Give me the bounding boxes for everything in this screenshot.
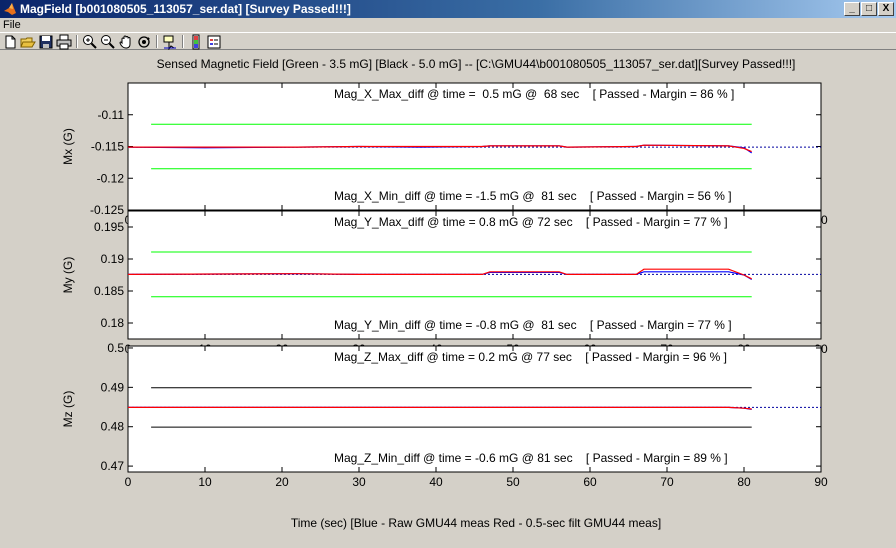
menu-file[interactable]: File xyxy=(3,19,21,31)
axes-2: 01020304050607080900.180.1850.190.195My … xyxy=(61,210,828,356)
x-tick-label: 90 xyxy=(814,475,828,489)
y-tick-label: 0.185 xyxy=(94,284,124,298)
y-tick-label: 0.49 xyxy=(101,380,125,394)
max-diff-annotation: Mag_Z_Max_diff @ time = 0.2 mG @ 77 sec … xyxy=(334,350,727,364)
x-tick-label: 50 xyxy=(506,475,520,489)
x-tick-label: 80 xyxy=(737,475,751,489)
window-title: MagField [b001080505_113057_ser.dat] [Su… xyxy=(20,2,351,16)
rotate-3d-icon[interactable] xyxy=(136,34,152,50)
figure-xlabel: Time (sec) [Blue - Raw GMU44 meas Red - … xyxy=(291,516,661,530)
toolbar-separator xyxy=(182,35,184,48)
y-tick-label: -0.115 xyxy=(91,140,124,154)
x-tick-label: 20 xyxy=(275,475,289,489)
y-axis-label: Mz (G) xyxy=(61,391,75,428)
min-diff-annotation: Mag_Y_Min_diff @ time = -0.8 mG @ 81 sec… xyxy=(334,318,732,332)
zoom-in-icon[interactable] xyxy=(82,34,98,50)
axes-1: 0102030405060708090-0.125-0.12-0.115-0.1… xyxy=(61,82,828,227)
zoom-out-icon[interactable] xyxy=(100,34,116,50)
toolbar xyxy=(0,32,896,50)
open-folder-icon[interactable] xyxy=(20,34,36,50)
y-tick-label: 0.195 xyxy=(94,220,124,234)
x-tick-label: 60 xyxy=(583,475,597,489)
y-tick-label: -0.12 xyxy=(97,171,125,185)
data-cursor-icon[interactable] xyxy=(162,34,178,50)
y-tick-label: 0.5 xyxy=(107,341,124,355)
insert-legend-icon[interactable] xyxy=(206,34,222,50)
min-diff-annotation: Mag_Z_Min_diff @ time = -0.6 mG @ 81 sec… xyxy=(334,451,728,465)
min-diff-annotation: Mag_X_Min_diff @ time = -1.5 mG @ 81 sec… xyxy=(334,189,732,203)
figure-canvas: Sensed Magnetic Field [Green - 3.5 mG] [… xyxy=(61,57,828,530)
max-diff-annotation: Mag_X_Max_diff @ time = 0.5 mG @ 68 sec … xyxy=(334,87,734,101)
close-button[interactable]: X xyxy=(878,2,894,16)
y-axis-label: Mx (G) xyxy=(61,128,75,165)
x-tick-label: 0 xyxy=(125,475,132,489)
x-tick-label: 30 xyxy=(352,475,366,489)
y-axis-label: My (G) xyxy=(61,257,75,294)
toolbar-separator xyxy=(156,35,158,48)
toolbar-separator xyxy=(76,35,78,48)
figure-title: Sensed Magnetic Field [Green - 3.5 mG] [… xyxy=(157,57,796,71)
save-icon[interactable] xyxy=(38,34,54,50)
y-tick-label: 0.18 xyxy=(101,316,125,330)
menu-bar: File xyxy=(0,18,896,32)
y-tick-label: -0.11 xyxy=(98,108,125,122)
y-tick-label: 0.47 xyxy=(101,459,125,473)
x-tick-label: 10 xyxy=(198,475,212,489)
minimize-button[interactable]: _ xyxy=(844,2,860,16)
y-tick-label: 0.48 xyxy=(101,420,125,434)
pan-hand-icon[interactable] xyxy=(118,34,134,50)
title-bar: MagField [b001080505_113057_ser.dat] [Su… xyxy=(0,0,896,18)
print-icon[interactable] xyxy=(56,34,72,50)
y-tick-label: -0.125 xyxy=(90,203,124,217)
axes-3: 0 10 20 30 40 50 60 70 80 90 0.47 0.48 0.49 0.5 Mz (G)… xyxy=(61,341,828,489)
matlab-logo-icon xyxy=(4,3,16,15)
maximize-button[interactable]: □ xyxy=(861,2,877,16)
insert-colorbar-icon[interactable] xyxy=(188,34,204,50)
x-tick-label: 70 xyxy=(660,475,674,489)
new-file-icon[interactable] xyxy=(2,34,18,50)
y-tick-label: 0.19 xyxy=(101,252,125,266)
x-tick-label: 40 xyxy=(429,475,443,489)
max-diff-annotation: Mag_Y_Max_diff @ time = 0.8 mG @ 72 sec … xyxy=(334,215,728,229)
